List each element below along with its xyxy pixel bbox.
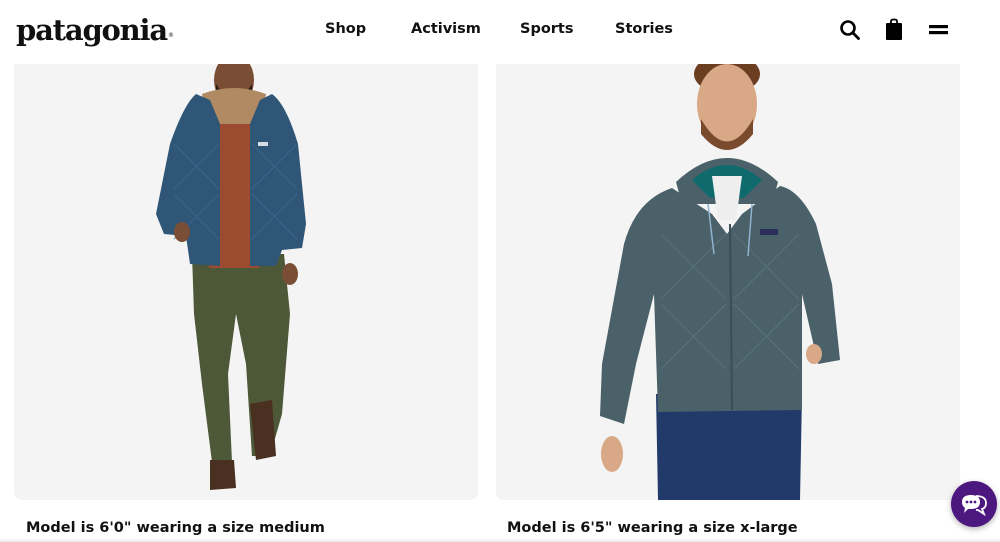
bottom-edge	[0, 538, 1000, 542]
model-jacket	[600, 186, 840, 424]
model-size-caption-2: Model is 6'5" wearing a size x-large	[507, 520, 798, 536]
chat-bubbles-icon	[962, 495, 987, 516]
nav-activism[interactable]: Activism	[411, 21, 481, 37]
search-icon	[840, 20, 860, 40]
model-photo-1	[156, 64, 306, 490]
menu-icon	[929, 25, 948, 35]
patagonia-logo[interactable]: patagonia®	[16, 12, 174, 48]
shopping-bag-icon	[886, 18, 902, 40]
model-photo-2	[600, 64, 840, 500]
site-header: patagonia® Shop Activism Sports Stories	[0, 0, 1000, 62]
search-button[interactable]	[838, 18, 862, 42]
nav-sports[interactable]: Sports	[520, 21, 574, 37]
product-image-2[interactable]	[496, 64, 960, 500]
registered-mark: ®	[167, 32, 174, 39]
logo-text: patagonia	[16, 13, 168, 47]
nav-shop[interactable]: Shop	[325, 21, 366, 37]
product-image-1[interactable]	[14, 64, 478, 500]
model-size-caption-1: Model is 6'0" wearing a size medium	[26, 520, 325, 536]
cart-button[interactable]	[882, 18, 906, 42]
model-pants	[192, 254, 290, 462]
nav-stories[interactable]: Stories	[615, 21, 673, 37]
menu-button[interactable]	[926, 18, 950, 42]
chat-button[interactable]	[951, 481, 997, 527]
